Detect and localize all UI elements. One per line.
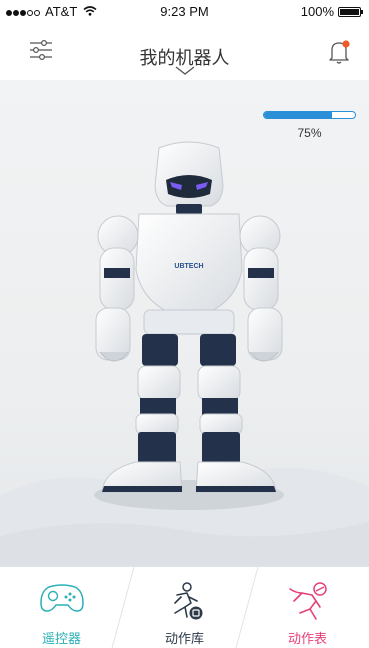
- robot-battery-indicator: 75%: [263, 111, 356, 140]
- bottom-tab-bar: 遥控器 动作库 动作表: [0, 566, 369, 648]
- robot-brand-logo: UBTECH: [174, 263, 203, 270]
- robot-battery-bar: [263, 111, 356, 119]
- tab-label: 动作表: [287, 631, 327, 646]
- robot-battery-label: 75%: [297, 126, 322, 140]
- tab-label: 遥控器: [41, 631, 81, 646]
- filter-button[interactable]: [28, 39, 54, 61]
- robot-battery-fill: [264, 112, 333, 118]
- tab-label: 动作库: [164, 631, 204, 646]
- chevron-down-icon: [175, 66, 194, 75]
- tab-action-table[interactable]: 动作表: [246, 567, 369, 648]
- page-title: 我的机器人: [139, 48, 230, 68]
- battery-percent: 100%: [300, 4, 334, 19]
- notification-dot: [342, 40, 350, 48]
- tab-remote-control[interactable]: 遥控器: [0, 567, 123, 648]
- nav-bar: 我的机器人: [0, 22, 369, 80]
- status-right: 100%: [300, 4, 363, 19]
- battery-icon: [338, 6, 363, 17]
- robot-illustration[interactable]: UBTECH: [84, 140, 294, 520]
- robot-selector[interactable]: 我的机器人: [100, 44, 269, 75]
- action-table-icon: [288, 582, 327, 620]
- sliders-icon: [30, 39, 52, 61]
- bell-icon: [329, 40, 350, 64]
- notifications-button[interactable]: [327, 39, 351, 65]
- tab-action-library[interactable]: 动作库: [123, 567, 246, 648]
- status-bar: AT&T 9:23 PM 100%: [0, 0, 369, 22]
- gamepad-icon: [39, 584, 84, 612]
- action-library-icon: [173, 582, 202, 620]
